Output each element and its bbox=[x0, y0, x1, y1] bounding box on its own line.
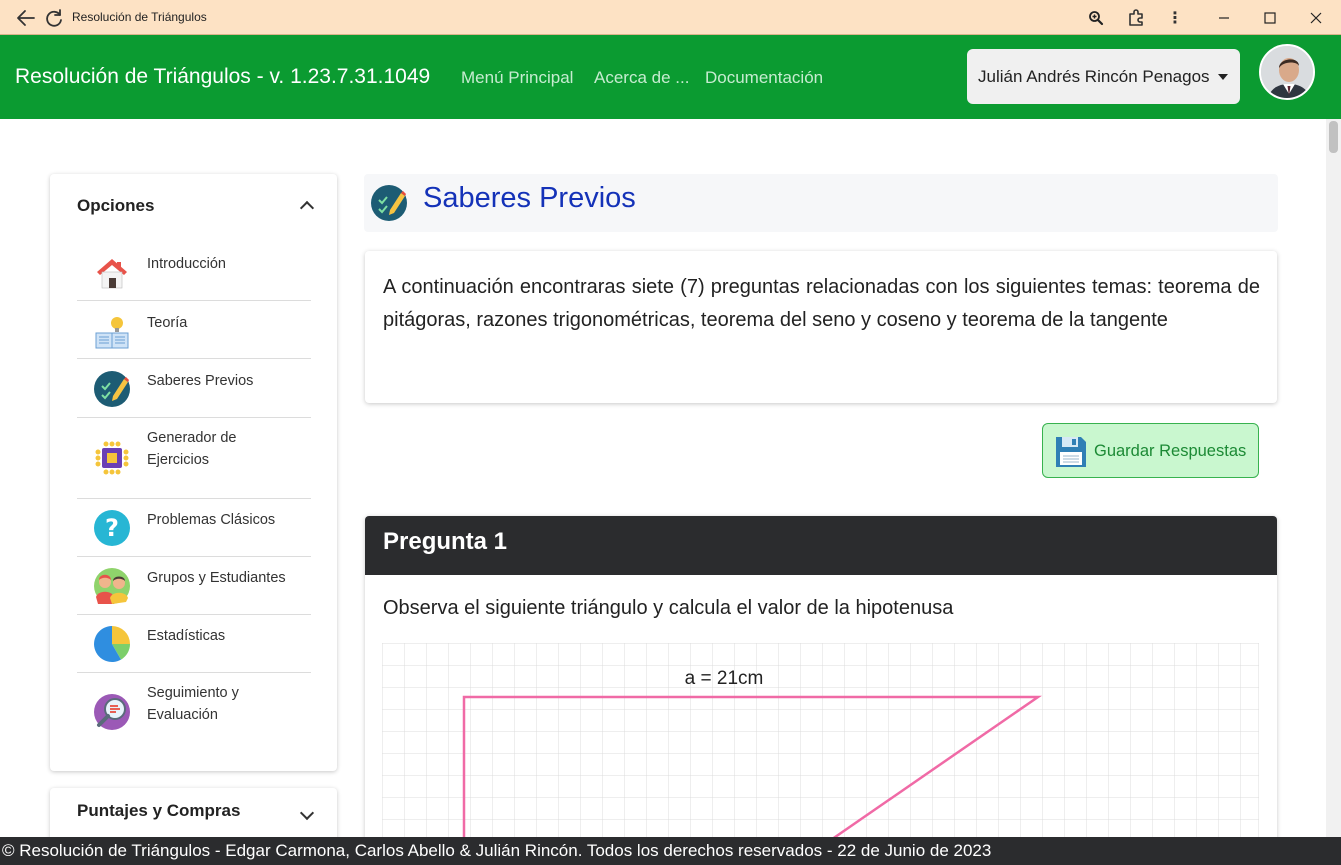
sidebar-item-label: Saberes Previos bbox=[147, 373, 254, 389]
svg-text:?: ? bbox=[105, 514, 119, 542]
user-dropdown-button[interactable]: Julián Andrés Rincón Penagos bbox=[967, 49, 1240, 104]
sidebar-item-seguimiento-evaluacion[interactable]: Seguimiento y Evaluación bbox=[77, 673, 311, 750]
question-icon: ? bbox=[93, 509, 131, 547]
house-icon bbox=[93, 254, 131, 292]
checklist-pencil-icon bbox=[370, 184, 408, 222]
app-brand[interactable]: Resolución de Triángulos - v. 1.23.7.31.… bbox=[15, 65, 430, 89]
book-lightbulb-icon bbox=[93, 313, 131, 351]
grid-background bbox=[381, 642, 1260, 846]
chip-icon bbox=[93, 439, 131, 477]
refresh-icon[interactable] bbox=[40, 4, 68, 32]
app-navbar: Resolución de Triángulos - v. 1.23.7.31.… bbox=[0, 35, 1341, 119]
sidebar-item-label: Teoría bbox=[147, 315, 188, 331]
question-card: Pregunta 1 Observa el siguiente triángul… bbox=[365, 516, 1277, 846]
sidebar-item-label-line2: Ejercicios bbox=[147, 452, 210, 468]
page-scrollbar[interactable] bbox=[1326, 119, 1341, 837]
user-name: Julián Andrés Rincón Penagos bbox=[978, 66, 1210, 86]
triangle-figure: a = 21cm bbox=[381, 642, 1260, 846]
nav-link-menu-principal[interactable]: Menú Principal bbox=[461, 68, 573, 88]
sidebar-item-problemas-clasicos[interactable]: ? Problemas Clásicos bbox=[77, 499, 311, 557]
question-text: Observa el siguiente triángulo y calcula… bbox=[383, 597, 954, 619]
floppy-disk-icon bbox=[1054, 435, 1088, 469]
window-title: Resolución de Triángulos bbox=[72, 10, 207, 24]
caret-down-icon bbox=[1218, 74, 1228, 80]
magnifier-icon bbox=[93, 693, 131, 731]
students-icon bbox=[93, 567, 131, 605]
intro-card: A continuación encontraras siete (7) pre… bbox=[365, 251, 1277, 403]
extensions-icon[interactable] bbox=[1122, 4, 1150, 32]
avatar[interactable] bbox=[1259, 44, 1315, 100]
close-icon[interactable] bbox=[1302, 4, 1330, 32]
sidebar-item-introduccion[interactable]: Introducción bbox=[77, 242, 311, 301]
zoom-icon[interactable] bbox=[1082, 4, 1110, 32]
nav-link-documentacion[interactable]: Documentación bbox=[705, 68, 823, 88]
sidebar-item-label: Estadísticas bbox=[147, 628, 226, 644]
minimize-icon[interactable] bbox=[1210, 4, 1238, 32]
checklist-pencil-icon bbox=[93, 370, 131, 408]
page-header: Saberes Previos bbox=[364, 174, 1278, 232]
sidebar-item-label: Generador de bbox=[147, 430, 237, 446]
question-header: Pregunta 1 bbox=[365, 516, 1277, 575]
sidebar-item-teoria[interactable]: Teoría bbox=[77, 301, 311, 359]
save-answers-button[interactable]: Guardar Respuestas bbox=[1042, 423, 1259, 478]
chevron-up-icon[interactable] bbox=[299, 200, 315, 216]
save-button-label: Guardar Respuestas bbox=[1094, 442, 1247, 460]
sidebar-item-label: Introducción bbox=[147, 256, 226, 272]
sidebar-item-label: Grupos y Estudiantes bbox=[147, 570, 286, 586]
question-title: Pregunta 1 bbox=[383, 528, 508, 555]
footer: © Resolución de Triángulos - Edgar Carmo… bbox=[0, 837, 1341, 865]
chevron-down-icon[interactable] bbox=[299, 805, 315, 821]
sidebar-item-generador-ejercicios[interactable]: Generador de Ejercicios bbox=[77, 418, 311, 499]
sidebar-options-card: Opciones Introducción Teoría Saberes Pre… bbox=[50, 174, 337, 771]
side-a-label: a = 21cm bbox=[685, 668, 764, 689]
maximize-icon[interactable] bbox=[1256, 4, 1284, 32]
window-title-bar: Resolución de Triángulos ⋮ bbox=[0, 0, 1341, 35]
scrollbar-thumb[interactable] bbox=[1329, 121, 1338, 153]
sidebar-section2-header[interactable]: Puntajes y Compras bbox=[77, 801, 240, 821]
back-arrow-icon[interactable] bbox=[12, 4, 40, 32]
sidebar-item-estadisticas[interactable]: Estadísticas bbox=[77, 615, 311, 673]
more-vertical-icon[interactable]: ⋮ bbox=[1161, 4, 1189, 32]
sidebar-item-grupos-estudiantes[interactable]: Grupos y Estudiantes bbox=[77, 557, 311, 615]
sidebar-item-label: Problemas Clásicos bbox=[147, 512, 276, 528]
page-title: Saberes Previos bbox=[423, 182, 636, 214]
pie-chart-icon bbox=[93, 625, 131, 663]
sidebar-item-saberes-previos[interactable]: Saberes Previos bbox=[77, 359, 311, 418]
sidebar-item-label: Seguimiento y bbox=[147, 685, 239, 701]
triangle-grid-svg: a = 21cm bbox=[381, 642, 1260, 846]
intro-text: A continuación encontraras siete (7) pre… bbox=[383, 276, 1260, 331]
sidebar-item-label-line2: Evaluación bbox=[147, 707, 218, 723]
sidebar-header[interactable]: Opciones bbox=[77, 196, 154, 216]
nav-link-acerca-de[interactable]: Acerca de ... bbox=[594, 68, 689, 88]
